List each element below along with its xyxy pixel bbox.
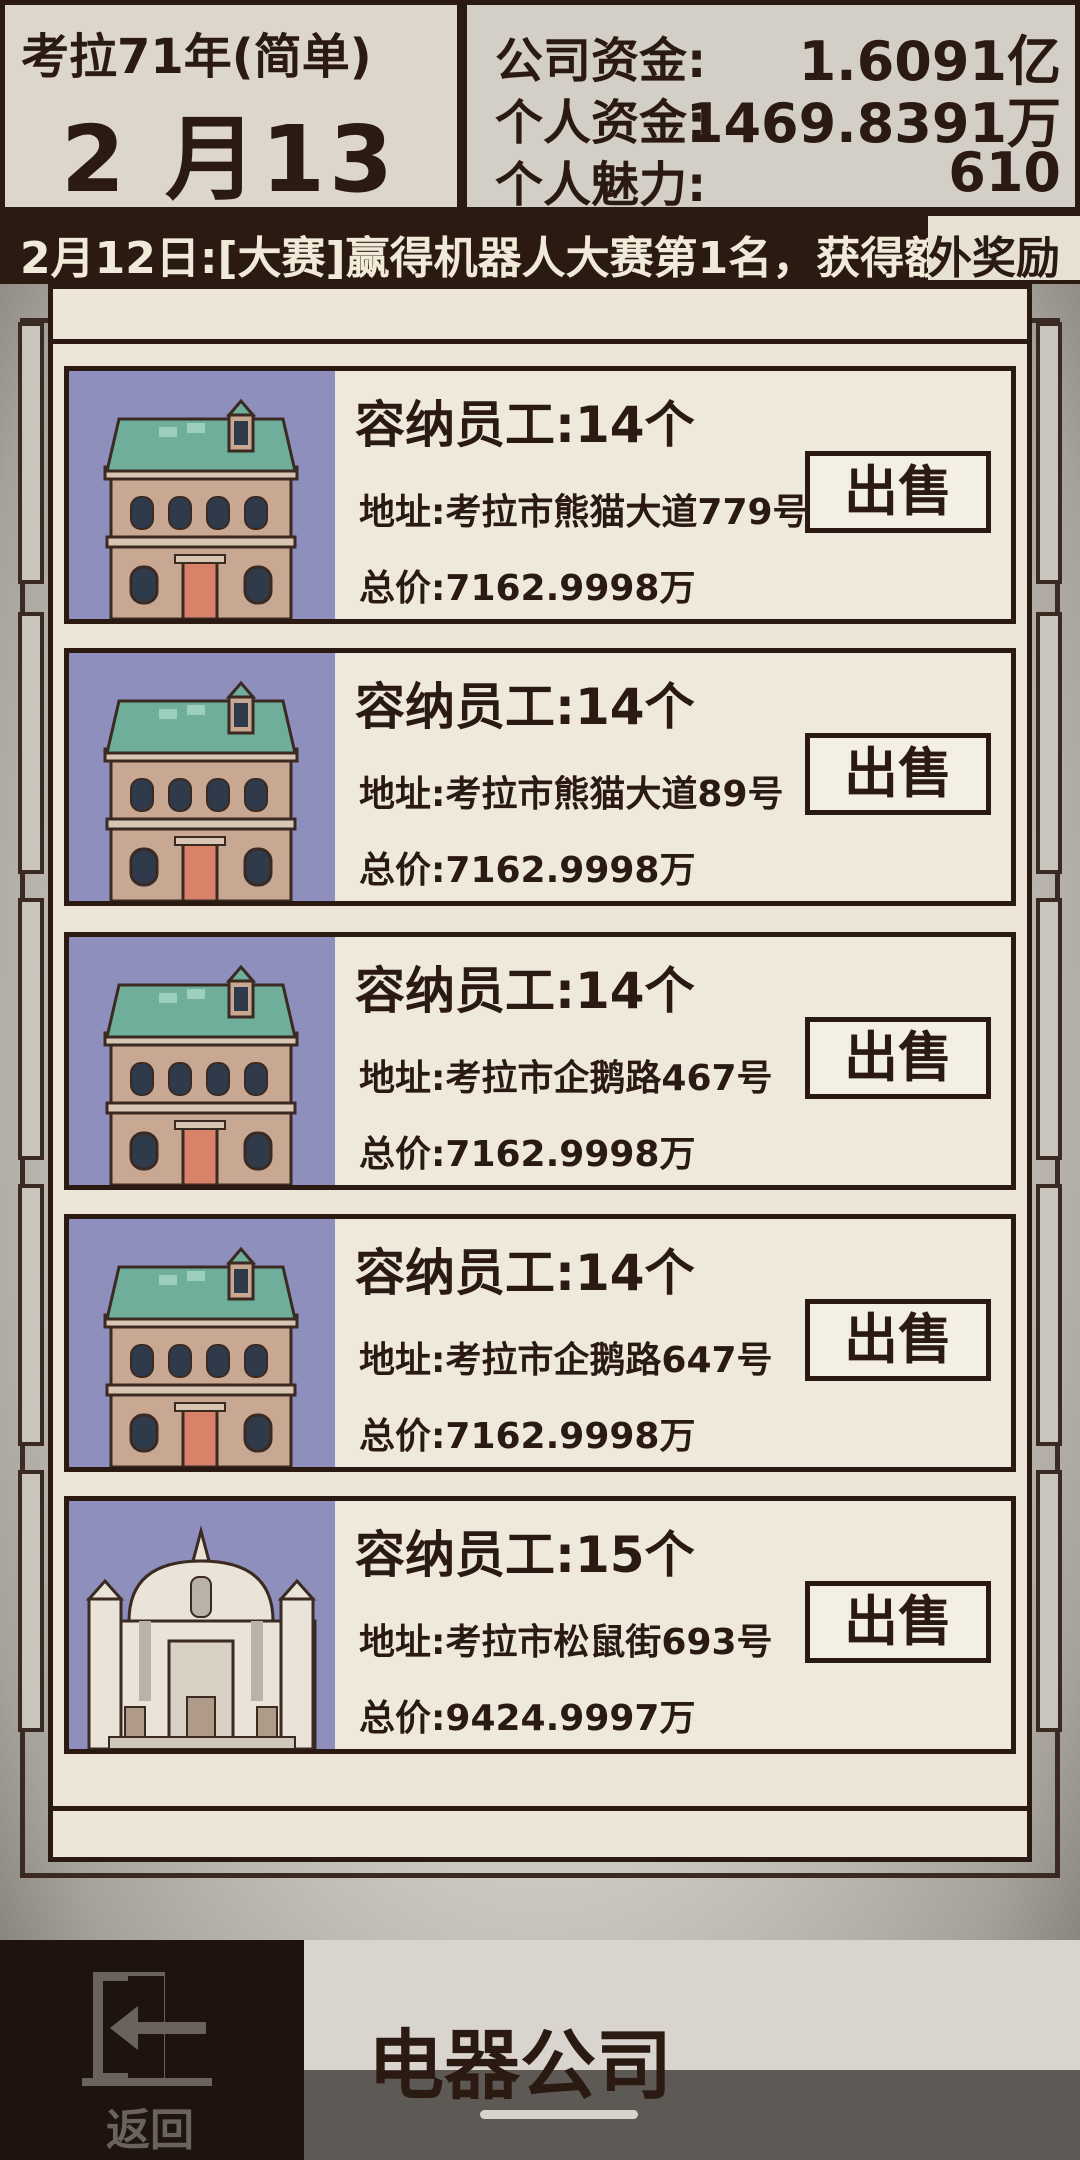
side-tab bbox=[18, 1470, 44, 1732]
property-price: 总价:7162.9998万 bbox=[359, 568, 696, 609]
property-card: 容纳员工:14个 地址:考拉市企鹅路467号 总价:7162.9998万 出售 bbox=[64, 932, 1016, 1190]
property-capacity: 容纳员工:14个 bbox=[355, 396, 695, 454]
year-label: 考拉71年(简单) bbox=[21, 29, 372, 85]
side-tab bbox=[18, 322, 44, 584]
property-card: 容纳员工:14个 地址:考拉市企鹅路647号 总价:7162.9998万 出售 bbox=[64, 1214, 1016, 1472]
townhouse-icon bbox=[69, 653, 335, 901]
back-button[interactable]: 返回 bbox=[0, 1940, 304, 2160]
property-price: 总价:7162.9998万 bbox=[359, 850, 696, 891]
cathedral-icon bbox=[69, 1501, 335, 1749]
ticker-highlight: 外奖励 bbox=[928, 216, 1080, 280]
property-card: 容纳员工:15个 地址:考拉市松鼠街693号 总价:9424.9997万 出售 bbox=[64, 1496, 1016, 1754]
ticker-text: 2月12日:[大赛]赢得机器人大赛第1名，获得额 bbox=[20, 233, 949, 284]
property-capacity: 容纳员工:15个 bbox=[355, 1526, 695, 1584]
property-address: 地址:考拉市企鹅路467号 bbox=[359, 1058, 773, 1099]
side-tab bbox=[1036, 898, 1062, 1160]
company-title: 电器公司 bbox=[368, 2021, 672, 2110]
townhouse-icon bbox=[69, 1219, 335, 1467]
property-price: 总价:9424.9997万 bbox=[359, 1698, 696, 1739]
company-funds-label: 公司资金: bbox=[495, 33, 707, 89]
property-card: 容纳员工:14个 地址:考拉市熊猫大道779号 总价:7162.9998万 出售 bbox=[64, 366, 1016, 624]
side-tab bbox=[1036, 1470, 1062, 1732]
charm-value: 610 bbox=[948, 141, 1061, 204]
exit-door-icon bbox=[82, 1972, 212, 2086]
townhouse-icon bbox=[69, 371, 335, 619]
property-price: 总价:7162.9998万 bbox=[359, 1134, 696, 1175]
sell-button[interactable]: 出售 bbox=[805, 451, 991, 533]
news-ticker: 2月12日:[大赛]赢得机器人大赛第1名，获得额 外奖励 bbox=[0, 212, 1080, 284]
property-address: 地址:考拉市熊猫大道779号 bbox=[359, 492, 809, 533]
sell-button[interactable]: 出售 bbox=[805, 1299, 991, 1381]
side-tab bbox=[18, 612, 44, 874]
side-tab bbox=[18, 898, 44, 1160]
property-address: 地址:考拉市松鼠街693号 bbox=[359, 1622, 773, 1663]
property-address: 地址:考拉市熊猫大道89号 bbox=[359, 774, 784, 815]
date-panel: 考拉71年(简单) 2 月13 日 bbox=[0, 0, 462, 346]
ticker-highlight-text: 外奖励 bbox=[928, 233, 1060, 280]
property-capacity: 容纳员工:14个 bbox=[355, 678, 695, 736]
sell-button[interactable]: 出售 bbox=[805, 1017, 991, 1099]
property-capacity: 容纳员工:14个 bbox=[355, 962, 695, 1020]
side-tab bbox=[18, 1184, 44, 1446]
side-tab bbox=[1036, 612, 1062, 874]
sell-button[interactable]: 出售 bbox=[805, 733, 991, 815]
property-address: 地址:考拉市企鹅路647号 bbox=[359, 1340, 773, 1381]
personal-funds-label: 个人资金: bbox=[495, 95, 707, 151]
side-tab bbox=[1036, 322, 1062, 584]
sell-button[interactable]: 出售 bbox=[805, 1581, 991, 1663]
home-indicator[interactable] bbox=[480, 2110, 638, 2119]
charm-label: 个人魅力: bbox=[495, 157, 707, 213]
funds-panel: 公司资金: 1.6091亿 个人资金: 1469.8391万 个人魅力: 610 bbox=[462, 0, 1080, 213]
property-card: 容纳员工:14个 地址:考拉市熊猫大道89号 总价:7162.9998万 出售 bbox=[64, 648, 1016, 906]
side-tab bbox=[1036, 1184, 1062, 1446]
back-label: 返回 bbox=[106, 2105, 194, 2156]
townhouse-icon bbox=[69, 937, 335, 1185]
property-capacity: 容纳员工:14个 bbox=[355, 1244, 695, 1302]
property-price: 总价:7162.9998万 bbox=[359, 1416, 696, 1457]
